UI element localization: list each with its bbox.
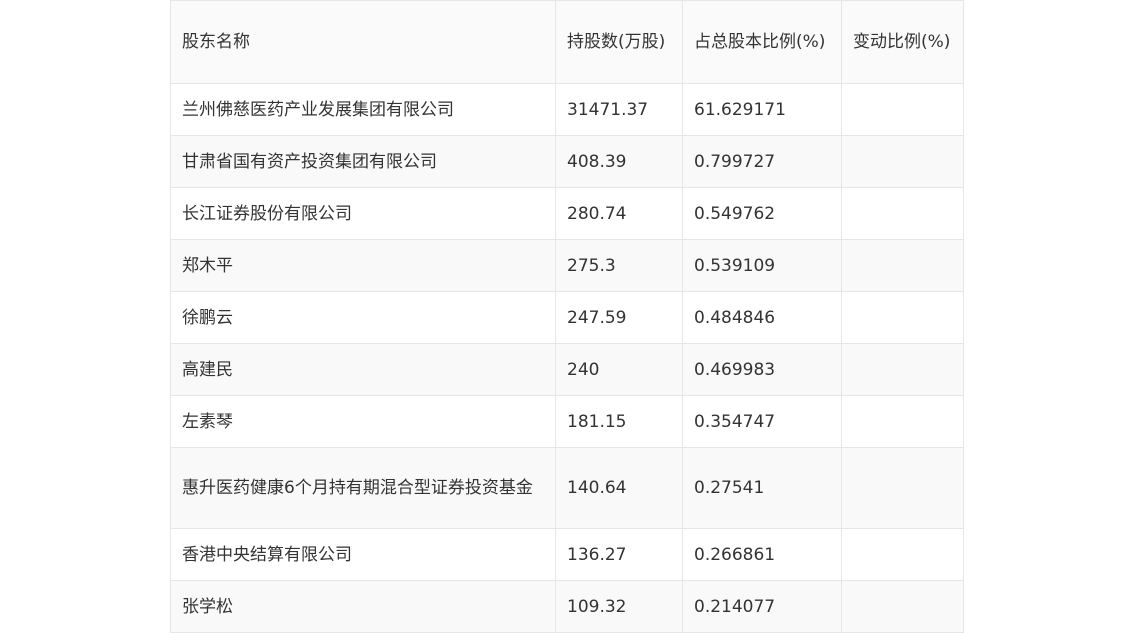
cell-change [841, 291, 964, 344]
cell-shares: 140.64 [555, 447, 683, 529]
table-row: 郑木平 275.3 0.539109 [170, 239, 964, 292]
cell-shares: 181.15 [555, 395, 683, 448]
cell-ratio: 0.799727 [682, 135, 842, 188]
cell-ratio: 61.629171 [682, 83, 842, 136]
cell-change [841, 528, 964, 581]
cell-name: 惠升医药健康6个月持有期混合型证券投资基金 [170, 447, 556, 529]
cell-shares: 240 [555, 343, 683, 396]
cell-change [841, 447, 964, 529]
table-row: 兰州佛慈医药产业发展集团有限公司 31471.37 61.629171 [170, 83, 964, 136]
cell-change [841, 580, 964, 633]
table-row: 张学松 109.32 0.214077 [170, 580, 964, 633]
table-row: 惠升医药健康6个月持有期混合型证券投资基金 140.64 0.27541 [170, 447, 964, 529]
cell-name: 徐鹏云 [170, 291, 556, 344]
cell-shares: 280.74 [555, 187, 683, 240]
cell-shares: 136.27 [555, 528, 683, 581]
cell-ratio: 0.354747 [682, 395, 842, 448]
header-shareholder-name: 股东名称 [170, 0, 556, 84]
cell-name: 高建民 [170, 343, 556, 396]
header-change-ratio: 变动比例(%) [841, 0, 964, 84]
cell-name: 香港中央结算有限公司 [170, 528, 556, 581]
cell-ratio: 0.266861 [682, 528, 842, 581]
cell-shares: 109.32 [555, 580, 683, 633]
cell-change [841, 343, 964, 396]
cell-ratio: 0.469983 [682, 343, 842, 396]
table-header: 股东名称 持股数(万股) 占总股本比例(%) 变动比例(%) [170, 0, 964, 84]
cell-name: 张学松 [170, 580, 556, 633]
table-row: 长江证券股份有限公司 280.74 0.549762 [170, 187, 964, 240]
header-share-ratio: 占总股本比例(%) [682, 0, 842, 84]
header-shares: 持股数(万股) [555, 0, 683, 84]
table-row: 甘肃省国有资产投资集团有限公司 408.39 0.799727 [170, 135, 964, 188]
table-body: 兰州佛慈医药产业发展集团有限公司 31471.37 61.629171 甘肃省国… [170, 83, 964, 633]
table-row: 高建民 240 0.469983 [170, 343, 964, 396]
cell-shares: 247.59 [555, 291, 683, 344]
cell-shares: 408.39 [555, 135, 683, 188]
cell-name: 郑木平 [170, 239, 556, 292]
header-row: 股东名称 持股数(万股) 占总股本比例(%) 变动比例(%) [170, 0, 964, 84]
shareholder-table: 股东名称 持股数(万股) 占总股本比例(%) 变动比例(%) 兰州佛慈医药产业发… [170, 0, 964, 633]
cell-shares: 275.3 [555, 239, 683, 292]
cell-change [841, 187, 964, 240]
cell-change [841, 83, 964, 136]
cell-name: 甘肃省国有资产投资集团有限公司 [170, 135, 556, 188]
cell-name: 长江证券股份有限公司 [170, 187, 556, 240]
cell-ratio: 0.214077 [682, 580, 842, 633]
shareholder-table-container: 股东名称 持股数(万股) 占总股本比例(%) 变动比例(%) 兰州佛慈医药产业发… [170, 0, 964, 633]
cell-shares: 31471.37 [555, 83, 683, 136]
table-row: 徐鹏云 247.59 0.484846 [170, 291, 964, 344]
cell-ratio: 0.484846 [682, 291, 842, 344]
cell-name: 兰州佛慈医药产业发展集团有限公司 [170, 83, 556, 136]
cell-ratio: 0.27541 [682, 447, 842, 529]
cell-ratio: 0.539109 [682, 239, 842, 292]
cell-ratio: 0.549762 [682, 187, 842, 240]
table-row: 香港中央结算有限公司 136.27 0.266861 [170, 528, 964, 581]
cell-change [841, 135, 964, 188]
cell-change [841, 239, 964, 292]
cell-change [841, 395, 964, 448]
cell-name: 左素琴 [170, 395, 556, 448]
table-row: 左素琴 181.15 0.354747 [170, 395, 964, 448]
